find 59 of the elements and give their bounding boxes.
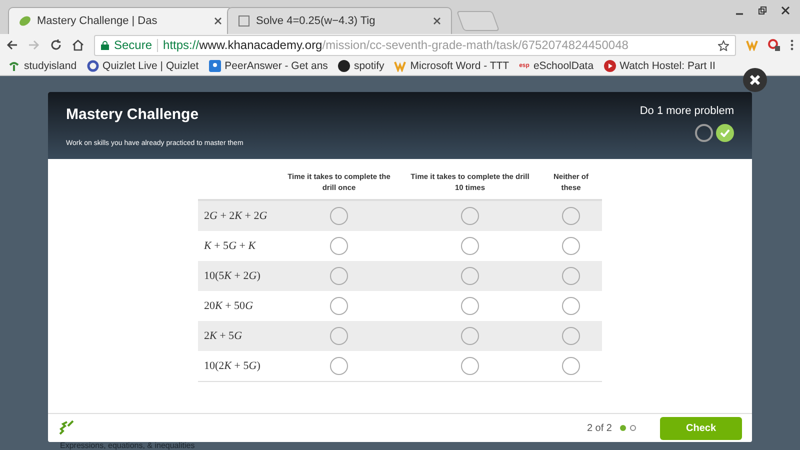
- reload-icon[interactable]: [50, 39, 62, 51]
- bookmark[interactable]: Microsoft Word - TTT: [394, 60, 510, 72]
- round-icon: [338, 60, 350, 72]
- progress-label: Do 1 more problem: [640, 105, 734, 117]
- star-icon[interactable]: [718, 40, 729, 50]
- radio-button[interactable]: [461, 327, 479, 345]
- radio-button[interactable]: [461, 357, 479, 375]
- palm-tree-icon: [8, 60, 20, 72]
- expression: 20K + 50G: [204, 299, 254, 313]
- radio-button[interactable]: [330, 267, 348, 285]
- browser-tab[interactable]: Solve 4=0.25(w−4.3) Tig: [227, 7, 452, 34]
- expression: 10(2K + 5G): [204, 359, 262, 373]
- expression: 2G + 2K + 2G: [204, 209, 268, 223]
- radio-button[interactable]: [562, 267, 580, 285]
- bookmark[interactable]: spotify: [338, 60, 384, 72]
- address-bar[interactable]: Secure https://www.khanacademy.org/mission/cc-seventh-grade-math/task/6752074824450048: [94, 34, 736, 56]
- expression: 2K + 5G: [204, 329, 244, 343]
- bookmark[interactable]: studyisland: [8, 60, 77, 72]
- more-icon[interactable]: [790, 39, 794, 51]
- radio-button[interactable]: [461, 267, 479, 285]
- forward-icon[interactable]: [28, 39, 40, 51]
- radio-button[interactable]: [330, 357, 348, 375]
- bookmark[interactable]: Watch Hostel: Part II: [604, 60, 716, 72]
- radio-button[interactable]: [461, 237, 479, 255]
- background-text: Expressions, equations, & inequalities: [60, 441, 195, 450]
- radio-button[interactable]: [461, 297, 479, 315]
- play-icon: [604, 60, 616, 72]
- close-icon[interactable]: [433, 17, 441, 25]
- bookmark[interactable]: PeerAnswer - Get ans: [208, 60, 328, 72]
- close-icon[interactable]: [214, 17, 222, 25]
- modal-title: Mastery Challenge: [66, 106, 200, 123]
- expression: K + 5G + K: [204, 239, 257, 253]
- radio-button[interactable]: [562, 237, 580, 255]
- radio-button[interactable]: [562, 357, 580, 375]
- q-icon: [86, 60, 99, 72]
- lock-icon: [101, 40, 109, 50]
- close-icon: [749, 74, 761, 86]
- radio-button[interactable]: [330, 207, 348, 225]
- restore-icon[interactable]: [758, 6, 767, 15]
- back-icon[interactable]: [6, 39, 18, 51]
- radio-button[interactable]: [330, 237, 348, 255]
- expression: 10(5K + 2G): [204, 269, 262, 283]
- home-icon[interactable]: [72, 39, 84, 51]
- radio-button[interactable]: [562, 327, 580, 345]
- problem-count: 2 of 2: [586, 422, 612, 434]
- close-button[interactable]: [743, 68, 767, 92]
- close-icon[interactable]: [781, 6, 790, 15]
- radio-button[interactable]: [562, 207, 580, 225]
- radio-button[interactable]: [562, 297, 580, 315]
- leaf-icon: [19, 15, 31, 27]
- page-icon: [238, 15, 250, 27]
- radio-button[interactable]: [330, 297, 348, 315]
- radio-button[interactable]: [461, 207, 479, 225]
- extension-icon[interactable]: [768, 39, 780, 51]
- radio-button[interactable]: [330, 327, 348, 345]
- pencil-scribble-icon: [58, 420, 74, 436]
- bookmark[interactable]: Quizlet Live | Quizlet: [86, 60, 199, 72]
- w-shape-icon: [394, 60, 406, 72]
- people-icon: [208, 60, 221, 72]
